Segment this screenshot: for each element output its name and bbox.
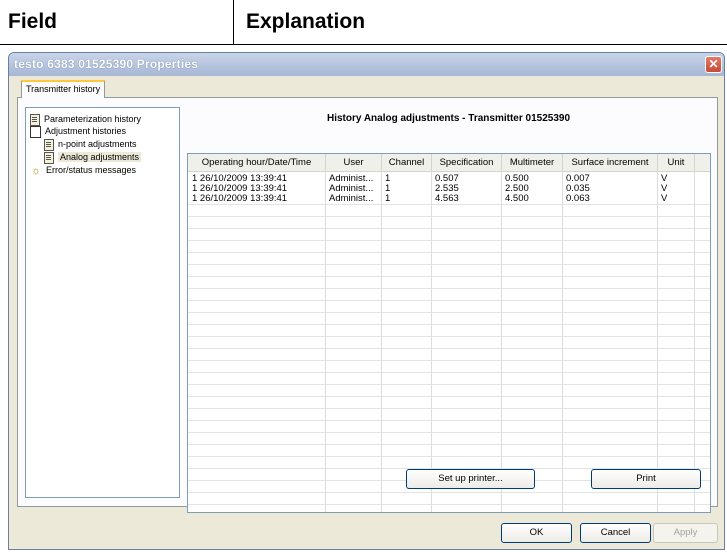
cell-specification: 2.535	[435, 184, 459, 194]
doc-table-header: Field Explanation	[0, 0, 727, 45]
cell-surface-increment: 0.035	[566, 184, 590, 194]
column-divider	[562, 171, 563, 512]
column-header-multimeter[interactable]: Multimeter	[502, 154, 563, 171]
close-button[interactable]: ✕	[705, 56, 722, 73]
row-divider	[188, 276, 710, 277]
apply-button[interactable]: Apply	[653, 523, 718, 543]
cell-operating-hour: 1 26/10/2009 13:39:41	[192, 194, 288, 204]
cell-surface-increment: 0.007	[566, 174, 590, 184]
tree-item-analog-adjustments[interactable]: Analog adjustments	[44, 151, 142, 164]
row-divider	[188, 300, 710, 301]
row-divider	[188, 456, 710, 457]
row-divider	[188, 492, 710, 493]
row-divider	[188, 288, 710, 289]
row-divider	[188, 432, 710, 433]
tab-transmitter-history[interactable]: Transmitter history	[21, 80, 106, 98]
cell-surface-increment: 0.063	[566, 194, 590, 204]
tree-item-label: n-point adjustments	[58, 139, 137, 149]
explanation-column-header: Explanation	[246, 10, 366, 33]
title-bar[interactable]: testo 6383 01525390 Properties ✕	[9, 53, 724, 76]
column-header-channel[interactable]: Channel	[382, 154, 432, 171]
row-divider	[188, 264, 710, 265]
print-button[interactable]: Print	[591, 469, 701, 489]
cell-channel: 1	[385, 184, 391, 194]
cell-channel: 1	[385, 194, 391, 204]
column-divider	[431, 171, 432, 512]
row-divider	[188, 444, 710, 445]
history-title: History Analog adjustments - Transmitter…	[326, 113, 571, 124]
cell-unit: V	[661, 184, 668, 194]
row-divider	[188, 228, 710, 229]
cell-multimeter: 4.500	[505, 194, 529, 204]
tree-item-label: Error/status messages	[46, 165, 137, 175]
cell-operating-hour: 1 26/10/2009 13:39:41	[192, 174, 288, 184]
column-header-unit[interactable]: Unit	[658, 154, 695, 171]
column-header-surface-increment[interactable]: Surface increment	[563, 154, 658, 171]
cell-specification: 4.563	[435, 194, 459, 204]
row-divider	[188, 372, 710, 373]
row-divider	[188, 408, 710, 409]
column-divider	[325, 171, 326, 512]
tree-item-adjustment-histories[interactable]: Adjustment histories	[30, 125, 127, 138]
column-divider	[694, 171, 695, 512]
close-icon: ✕	[708, 57, 719, 71]
document-icon	[44, 151, 54, 164]
row-divider	[188, 252, 710, 253]
row-divider	[188, 240, 710, 241]
row-divider	[188, 312, 710, 313]
cell-operating-hour: 1 26/10/2009 13:39:41	[192, 184, 288, 194]
set-up-printer-button[interactable]: Set up printer...	[406, 469, 535, 489]
column-header-user[interactable]: User	[326, 154, 382, 171]
properties-dialog: testo 6383 01525390 Properties ✕ Transmi…	[8, 52, 725, 550]
tree-item-label: Parameterization history	[44, 114, 142, 124]
cell-multimeter: 2.500	[505, 184, 529, 194]
tree-item-error-status-messages[interactable]: ☼ Error/status messages	[30, 164, 136, 176]
tree-item-label: Adjustment histories	[45, 126, 127, 136]
column-header-specification[interactable]: Specification	[432, 154, 502, 171]
row-divider	[188, 384, 710, 385]
row-divider	[188, 360, 710, 361]
tree-item-n-point-adjustments[interactable]: n-point adjustments	[44, 138, 137, 151]
cell-unit: V	[661, 174, 668, 184]
column-divider	[501, 171, 502, 512]
cancel-button[interactable]: Cancel	[580, 523, 651, 543]
column-header-operating-hour[interactable]: Operating hour/Date/Time	[188, 154, 326, 171]
history-table: Operating hour/Date/Time User Channel Sp…	[187, 153, 711, 513]
row-divider	[188, 420, 710, 421]
row-divider	[188, 216, 710, 217]
row-divider	[188, 348, 710, 349]
tree-item-parameterization-history[interactable]: Parameterization history	[30, 113, 142, 126]
tree-item-label: Analog adjustments	[58, 152, 142, 162]
cell-specification: 0.507	[435, 174, 459, 184]
document-icon	[30, 113, 40, 126]
row-divider	[188, 324, 710, 325]
row-divider	[188, 504, 710, 505]
row-divider	[188, 336, 710, 337]
window-title: testo 6383 01525390 Properties	[14, 57, 199, 71]
cell-user: Administ...	[329, 174, 374, 184]
document-icon	[44, 138, 54, 151]
cell-user: Administ...	[329, 184, 374, 194]
row-divider	[188, 396, 710, 397]
history-tree: Parameterization history Adjustment hist…	[25, 107, 180, 498]
column-divider	[657, 171, 658, 512]
warning-light-icon: ☼	[30, 164, 42, 177]
column-divider	[381, 171, 382, 512]
cell-channel: 1	[385, 174, 391, 184]
folder-icon	[30, 125, 41, 138]
field-column-header: Field	[8, 10, 58, 33]
cell-user: Administ...	[329, 194, 374, 204]
ok-button[interactable]: OK	[501, 523, 572, 543]
cell-multimeter: 0.500	[505, 174, 529, 184]
column-divider	[233, 0, 234, 44]
row-divider	[188, 204, 710, 205]
table-header-row: Operating hour/Date/Time User Channel Sp…	[188, 154, 710, 172]
cell-unit: V	[661, 194, 668, 204]
